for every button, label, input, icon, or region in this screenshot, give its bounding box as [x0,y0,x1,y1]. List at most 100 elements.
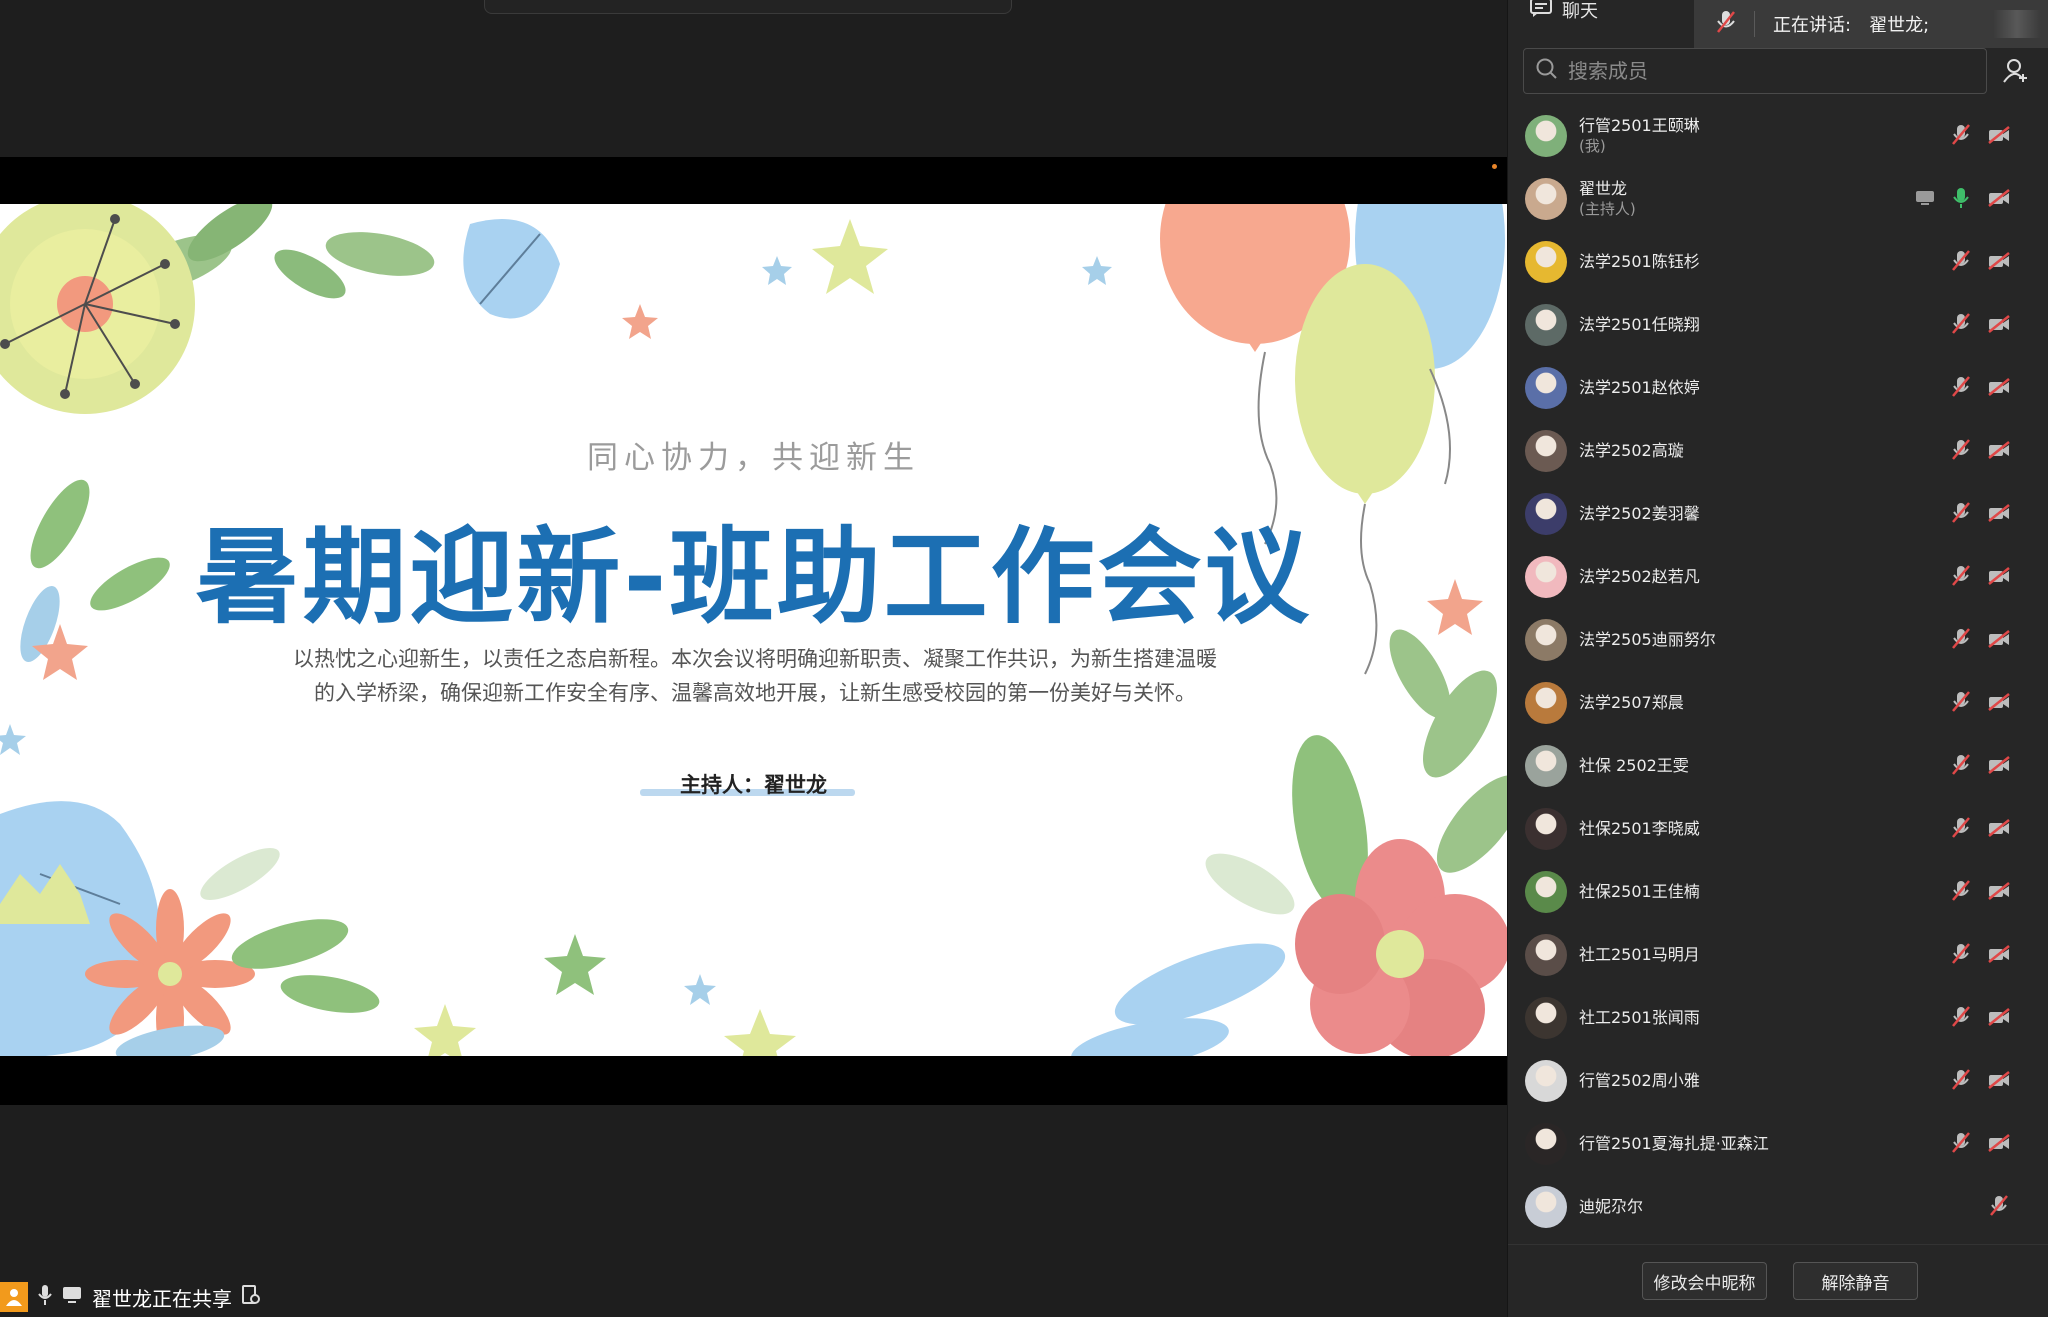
member-status-icons [1899,1112,2048,1175]
avatar [1525,933,1567,976]
camera-off-icon[interactable] [1988,250,2010,272]
mic-muted-icon[interactable] [1950,880,1972,902]
member-name: 法学2502赵若凡 [1579,567,1700,586]
camera-off-icon[interactable] [1988,124,2010,146]
member-row[interactable]: 社保2501王佳楠 [1508,860,2048,923]
member-row[interactable]: 法学2501赵依婷 [1508,356,2048,419]
member-row[interactable]: 法学2502高璇 [1508,419,2048,482]
member-row[interactable]: 社保 2502王雯 [1508,734,2048,797]
member-name: 社保2501王佳楠 [1579,882,1700,901]
tab-chat[interactable]: 聊天 [1530,0,1598,23]
camera-off-icon[interactable] [1988,187,2010,209]
member-name: 法学2502高璇 [1579,441,1684,460]
mic-muted-icon[interactable] [1950,250,1972,272]
camera-off-icon[interactable] [1988,754,2010,776]
member-name: 社保 2502王雯 [1579,756,1689,775]
member-status-icons [1899,167,2048,230]
camera-off-icon[interactable] [1988,376,2010,398]
member-row[interactable]: 迪妮尕尔 [1508,1175,2048,1238]
member-name-block: 法学2501赵依婷 [1579,377,1700,398]
member-row[interactable]: 法学2505迪丽努尔 [1508,608,2048,671]
member-name-block: 社工2501张闻雨 [1579,1007,1700,1028]
member-name: 法学2501陈钰杉 [1579,252,1700,271]
flower-bottom-left [0,801,380,1056]
add-user-icon [2003,59,2027,83]
member-name-block: 法学2505迪丽努尔 [1579,629,1716,650]
tab-chat-label: 聊天 [1562,1,1598,22]
member-row[interactable]: 法学2507郑晨 [1508,671,2048,734]
camera-off-icon[interactable] [1988,502,2010,524]
camera-off-icon[interactable] [1988,565,2010,587]
member-name-block: 社保2501李晓威 [1579,818,1700,839]
camera-off-icon[interactable] [1988,628,2010,650]
mic-on-icon[interactable] [1950,187,1972,209]
mic-muted-icon[interactable] [1950,502,1972,524]
camera-off-icon[interactable] [1988,439,2010,461]
member-row[interactable]: 法学2502姜羽馨 [1508,482,2048,545]
member-status-icons [1899,1049,2048,1112]
member-row[interactable]: 社工2501马明月 [1508,923,2048,986]
rename-button[interactable]: 修改会中昵称 [1642,1262,1767,1300]
member-name: 法学2505迪丽努尔 [1579,630,1716,649]
member-row[interactable]: 法学2501陈钰杉 [1508,230,2048,293]
mic-muted-icon[interactable] [1950,376,1972,398]
avatar [1525,240,1567,283]
mic-muted-icon[interactable] [1950,439,1972,461]
member-row[interactable]: 翟世龙 (主持人) [1508,167,2048,230]
camera-off-icon[interactable] [1988,943,2010,965]
avatar [1525,1122,1567,1165]
mic-muted-icon[interactable] [1988,1195,2010,1217]
member-row[interactable]: 法学2502赵若凡 [1508,545,2048,608]
avatar [1525,870,1567,913]
member-name: 行管2501王颐琳 [1579,115,1700,135]
member-row[interactable]: 法学2501任晓翔 [1508,293,2048,356]
member-row[interactable]: 行管2501夏海扎提·亚森江 [1508,1112,2048,1175]
invite-member-button[interactable] [1993,48,2039,94]
member-row[interactable]: 社工2501张闻雨 [1508,986,2048,1049]
member-row[interactable]: 行管2501王颐琳 (我) [1508,104,2048,167]
mic-muted-icon[interactable] [1950,124,1972,146]
camera-off-icon[interactable] [1988,1132,2010,1154]
member-name-block: 迪妮尕尔 [1579,1196,1643,1217]
presentation-slide: 同心协力，共迎新生 暑期迎新-班助工作会议 以热忱之心迎新生，以责任之态启新程。… [0,204,1507,1056]
mic-muted-icon[interactable] [1950,313,1972,335]
member-status-icons [1899,419,2048,482]
member-status-icons [1899,671,2048,734]
mic-muted-icon[interactable] [1950,754,1972,776]
mic-muted-icon[interactable] [1950,691,1972,713]
mic-muted-icon[interactable] [1950,628,1972,650]
member-status-icons [1899,356,2048,419]
unmute-button[interactable]: 解除静音 [1793,1262,1918,1300]
slide-description-line: 的入学桥梁，确保迎新工作安全有序、温馨高效地开展，让新生感受校园的第一份美好与关… [314,681,1196,705]
mic-muted-icon[interactable] [1950,817,1972,839]
member-row[interactable]: 行管2502周小雅 [1508,1049,2048,1112]
slide-host: 主持人：翟世龙 [680,772,827,797]
mic-muted-icon[interactable] [1950,943,1972,965]
member-status-icons [1899,482,2048,545]
camera-off-icon[interactable] [1988,1069,2010,1091]
mic-muted-icon[interactable] [1950,565,1972,587]
speaking-name: 翟世龙; [1869,15,1930,36]
avatar [1525,1185,1567,1228]
member-list: 行管2501王颐琳 (我) 翟世龙 (主持人) 法学2501陈钰杉 法学2501任晓翔 法学… [1508,104,2048,1238]
member-status-icons [1899,923,2048,986]
member-row[interactable]: 社保2501李晓威 [1508,797,2048,860]
camera-off-icon[interactable] [1988,313,2010,335]
camera-off-icon[interactable] [1988,817,2010,839]
mic-muted-icon[interactable] [1950,1132,1972,1154]
search-input[interactable] [1568,59,1968,83]
camera-off-icon[interactable] [1988,691,2010,713]
camera-off-icon[interactable] [1988,880,2010,902]
avatar [1525,618,1567,661]
mic-muted-icon[interactable] [1950,1069,1972,1091]
member-search[interactable] [1523,48,1987,94]
camera-off-icon[interactable] [1988,1006,2010,1028]
member-status-icons [1899,230,2048,293]
microphone-icon [38,1285,52,1309]
member-name: 翟世龙 [1579,178,1628,198]
top-toolbar-pill[interactable] [484,0,1012,14]
mic-muted-icon[interactable] [1950,1006,1972,1028]
member-status-icons [1899,797,2048,860]
avatar [1525,114,1567,157]
member-name-block: 翟世龙 (主持人) [1579,178,1636,220]
